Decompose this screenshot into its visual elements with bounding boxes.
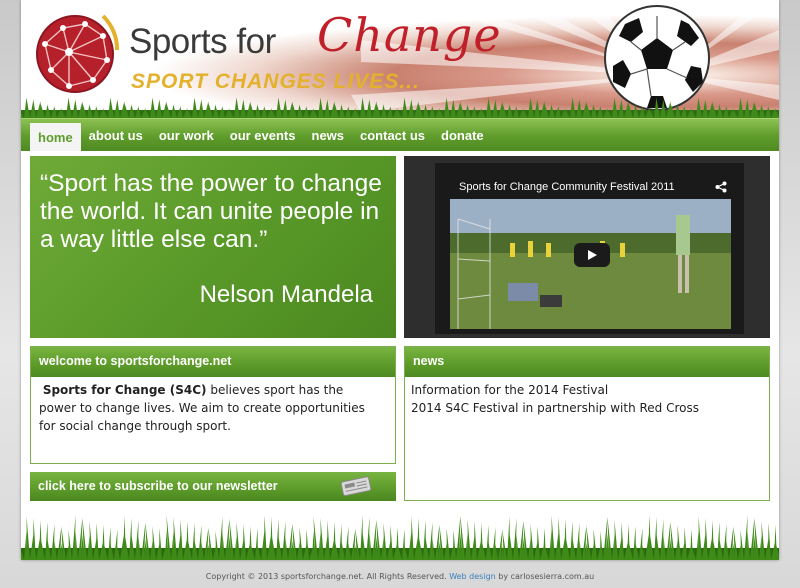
news-panel: news Information for the 2014 Festival 2… — [404, 346, 770, 501]
nav-item-about-us[interactable]: about us — [81, 119, 151, 151]
news-heading: news — [405, 347, 769, 377]
site-header: Sports for Change SPORT CHANGES LIVES... — [21, 0, 779, 118]
welcome-panel: welcome to sportsforchange.net Sports fo… — [30, 346, 396, 464]
nav-item-donate[interactable]: donate — [433, 119, 492, 151]
video-title[interactable]: Sports for Change Community Festival 201… — [459, 181, 675, 193]
quote-box: “Sport has the power to change the world… — [30, 156, 396, 338]
copyright-text: Copyright © 2013 sportsforchange.net. Al… — [205, 572, 447, 581]
newsletter-label[interactable]: click here to subscribe to our newslette… — [38, 479, 278, 493]
main-nav: home about us our work our events news c… — [21, 118, 779, 151]
video-container: Sports for Change Community Festival 201… — [404, 156, 770, 338]
quote-text: “Sport has the power to change the world… — [40, 170, 382, 253]
web-design-link[interactable]: Web design — [449, 572, 496, 581]
site-footer: Copyright © 2013 sportsforchange.net. Al… — [0, 566, 800, 588]
org-name: Sports for Change (S4C) — [42, 383, 207, 397]
welcome-heading: welcome to sportsforchange.net — [31, 347, 395, 377]
nav-item-our-work[interactable]: our work — [151, 119, 222, 151]
grass-strip-decoration — [21, 97, 779, 118]
news-item-link[interactable]: Information for the 2014 Festival — [411, 381, 763, 399]
nav-item-contact-us[interactable]: contact us — [352, 119, 433, 151]
nav-item-home[interactable]: home — [30, 123, 81, 151]
quote-author: Nelson Mandela — [199, 281, 373, 308]
page-container: Sports for Change SPORT CHANGES LIVES... — [21, 0, 779, 560]
footer-grass-decoration — [21, 515, 779, 560]
play-button[interactable] — [574, 243, 610, 267]
video-player[interactable]: Sports for Change Community Festival 201… — [435, 163, 744, 334]
newsletter-subscribe-button[interactable]: click here to subscribe to our newslette… — [30, 472, 396, 501]
welcome-body: Sports for Change (S4C) believes sport h… — [31, 377, 381, 435]
newspaper-icon[interactable] — [337, 473, 377, 499]
logo-text-change[interactable]: Change — [317, 8, 502, 62]
globe-network-icon[interactable] — [33, 10, 123, 96]
news-item-link[interactable]: 2014 S4C Festival in partnership with Re… — [411, 399, 763, 417]
logo-text-sports[interactable]: Sports for — [129, 22, 276, 62]
nav-item-news[interactable]: news — [304, 119, 353, 151]
share-icon[interactable] — [715, 181, 727, 193]
tagline: SPORT CHANGES LIVES... — [131, 70, 420, 93]
news-list: Information for the 2014 Festival 2014 S… — [405, 377, 769, 417]
designer-credit: by carlosesierra.com.au — [495, 572, 595, 581]
nav-item-our-events[interactable]: our events — [222, 119, 304, 151]
